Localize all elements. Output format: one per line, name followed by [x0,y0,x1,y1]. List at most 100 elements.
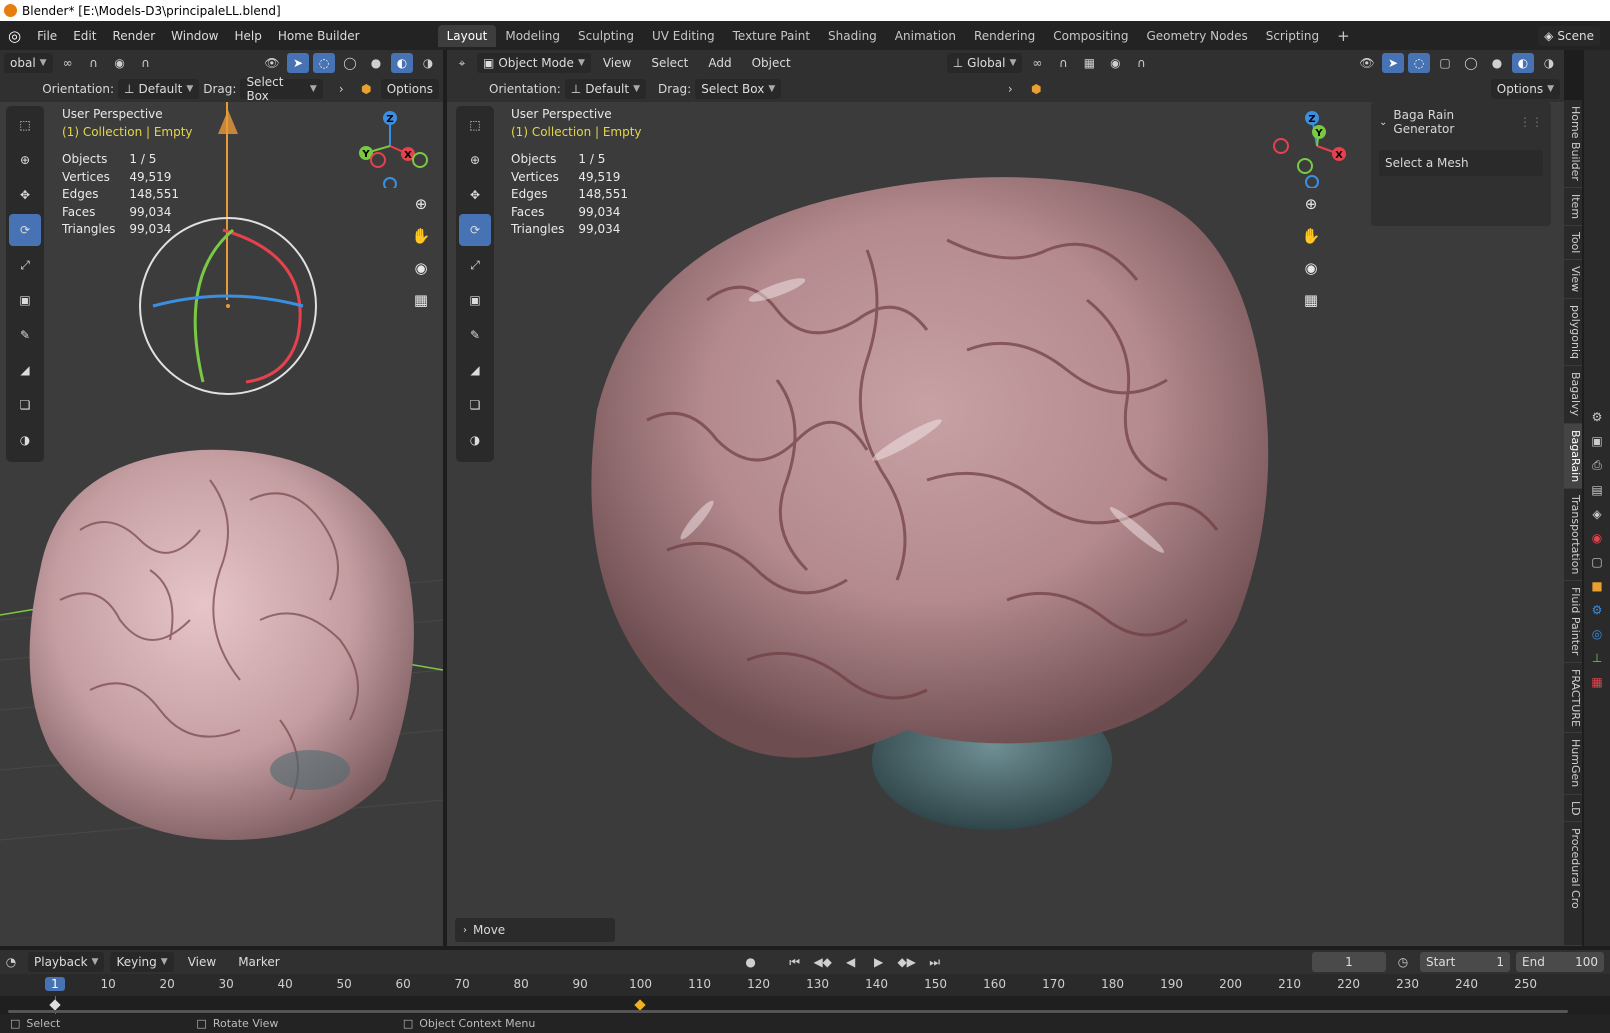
sidebar-tab-view[interactable]: View [1564,260,1582,300]
zoom-icon[interactable]: ⊕ [407,190,435,218]
wireframe-shading-icon[interactable]: ◯ [339,53,361,73]
tab-compositing[interactable]: Compositing [1044,25,1137,47]
keying-menu[interactable]: Keying ▼ [110,952,174,972]
current-frame-field[interactable]: 1 [1312,952,1386,972]
right-nav-gizmo[interactable]: Z Y X [1267,108,1357,188]
show-gizmo-icon[interactable]: ➤ [1382,53,1404,73]
tab-layout[interactable]: Layout [437,24,497,47]
play-icon[interactable]: ▶ [868,952,890,972]
record-icon[interactable]: ● [740,952,762,972]
prev-keyframe-icon[interactable]: ◀◆ [812,952,834,972]
rotate-tool[interactable]: ⟳ [9,214,41,246]
view-layer-icon[interactable]: ▤ [1591,483,1602,497]
timeline-editor-icon[interactable]: ◔ [0,952,22,972]
right-measure-tool[interactable]: ◢ [459,354,491,386]
object-visibility-icon[interactable]: 👁 [1356,53,1378,73]
snap-icon[interactable]: ∞ [57,53,79,73]
texture-icon[interactable]: ▦ [1591,675,1602,689]
keyframe-marker-icon[interactable] [49,999,61,1011]
viewport-menu-object[interactable]: Object [744,53,799,73]
options-button[interactable]: Options [380,79,439,99]
tab-modeling[interactable]: Modeling [496,25,569,47]
sidebar-tab-tool[interactable]: Tool [1564,226,1582,261]
select-mesh-field[interactable]: Select a Mesh [1379,150,1543,176]
sidebar-tab-humgen[interactable]: HumGen [1564,733,1582,795]
scene-props-icon[interactable]: ◈ [1592,507,1601,521]
last-operator-panel[interactable]: › Move [455,918,615,942]
timeline-marker-menu[interactable]: Marker [230,952,287,972]
right-select-box-tool[interactable]: ⬚ [459,109,491,141]
proportional-icon[interactable]: ◉ [109,53,131,73]
next-keyframe-icon[interactable]: ◆▶ [896,952,918,972]
tab-rendering[interactable]: Rendering [965,25,1044,47]
right-viewport[interactable]: ⌖ ▣ Object Mode ▼ View Select Add Object ⊥… [447,50,1564,946]
shading-material-icon[interactable]: ◐ [1512,53,1534,73]
overlay-toggle-icon[interactable]: ◌ [313,53,335,73]
annotate-tool[interactable]: ✎ [9,319,41,351]
measure-tool[interactable]: ◢ [9,354,41,386]
play-reverse-icon[interactable]: ◀ [840,952,862,972]
menu-render[interactable]: Render [104,21,163,50]
modifier-icon[interactable]: ⚙ [1592,603,1603,617]
mode-dropdown[interactable]: ▣ Object Mode ▼ [477,53,591,73]
transform-orientation-dropdown[interactable]: ⊥ Global ▼ [946,53,1023,73]
sidebar-tab-fluid-painter[interactable]: Fluid Painter [1564,581,1582,663]
left-viewport[interactable]: obal ▼ ∞ ∩ ◉ ∩ 👁 ➤ ◌ ◯ ● ◐ ◑ Orientation:… [0,50,443,946]
playback-menu[interactable]: Playback ▼ [28,952,105,972]
right-annotate-tool[interactable]: ✎ [459,319,491,351]
add-workspace-icon[interactable]: + [1328,25,1359,47]
right-zoom-icon[interactable]: ⊕ [1297,190,1325,218]
falloff-icon[interactable]: ∩ [135,53,157,73]
right-add-cube-tool[interactable]: ❏ [459,389,491,421]
tool-settings-icon[interactable]: ⚙ [1592,410,1603,424]
object-props-icon[interactable]: ■ [1591,579,1602,593]
sidebar-tab-home-builder[interactable]: Home Builder [1564,100,1582,188]
xray-icon[interactable]: ▢ [1434,53,1456,73]
world-icon[interactable]: ◉ [1592,531,1602,545]
timeline-ruler[interactable]: 1 10 20 30 40 50 60 70 80 90 100 110 120 130 140 150 160… [0,974,1610,996]
drag-handle-icon[interactable]: ⋮⋮ [1519,115,1543,129]
rotate-gizmo[interactable] [138,216,318,396]
right-cursor-tool[interactable]: ⊕ [459,144,491,176]
orientation-dropdown[interactable]: ⊥ Default ▼ [118,79,200,99]
sidebar-tab-bagalvy[interactable]: Bagalvy [1564,366,1582,424]
ortho-grid-icon[interactable]: ▦ [407,286,435,314]
tab-scripting[interactable]: Scripting [1257,25,1328,47]
jump-end-icon[interactable]: ⏭ [924,952,946,972]
physics-icon[interactable]: ◎ [1592,627,1602,641]
tab-sculpting[interactable]: Sculpting [569,25,643,47]
tab-texture-paint[interactable]: Texture Paint [724,25,819,47]
right-transform-tool[interactable]: ▣ [459,284,491,316]
material-shading-icon[interactable]: ◐ [391,53,413,73]
shading-rendered-icon[interactable]: ◑ [1538,53,1560,73]
output-icon[interactable]: ⎙ [1592,458,1602,473]
tab-animation[interactable]: Animation [886,25,965,47]
scale-tool[interactable]: ⤢ [9,249,41,281]
menu-window[interactable]: Window [163,21,226,50]
cursor-tool[interactable]: ⊕ [9,144,41,176]
viewport-menu-view[interactable]: View [595,53,639,73]
sidebar-tab-item[interactable]: Item [1564,188,1582,226]
pan-hand-icon[interactable]: ✋ [407,222,435,250]
viewport-menu-select[interactable]: Select [643,53,696,73]
shading-solid-icon[interactable]: ● [1486,53,1508,73]
keyframe-marker-icon[interactable] [634,999,646,1011]
right-rotate-tool[interactable]: ⟳ [459,214,491,246]
end-frame-field[interactable]: End 100 [1516,952,1604,972]
right-options-button[interactable]: Options ▼ [1490,79,1560,99]
constraints-icon[interactable]: ⊥ [1592,651,1602,665]
left-nav-gizmo[interactable]: Z X Y [350,108,430,188]
drag-dropdown[interactable]: Select Box ▼ [240,75,323,103]
sphere-tool[interactable]: ◑ [9,424,41,456]
sidebar-tab-transportation[interactable]: Transportation [1564,489,1582,582]
camera-view-icon[interactable]: ◉ [407,254,435,282]
sidebar-tab-fracture[interactable]: FRACTURE [1564,663,1582,734]
right-pan-hand-icon[interactable]: ✋ [1297,222,1325,250]
proportional-edit-icon[interactable]: ◉ [1104,53,1126,73]
magnet-icon[interactable]: ∩ [83,53,105,73]
menu-file[interactable]: File [29,21,65,50]
tab-uv-editing[interactable]: UV Editing [643,25,724,47]
collection-icon[interactable]: ▢ [1591,555,1602,569]
right-move-tool[interactable]: ✥ [459,179,491,211]
right-camera-view-icon[interactable]: ◉ [1297,254,1325,282]
